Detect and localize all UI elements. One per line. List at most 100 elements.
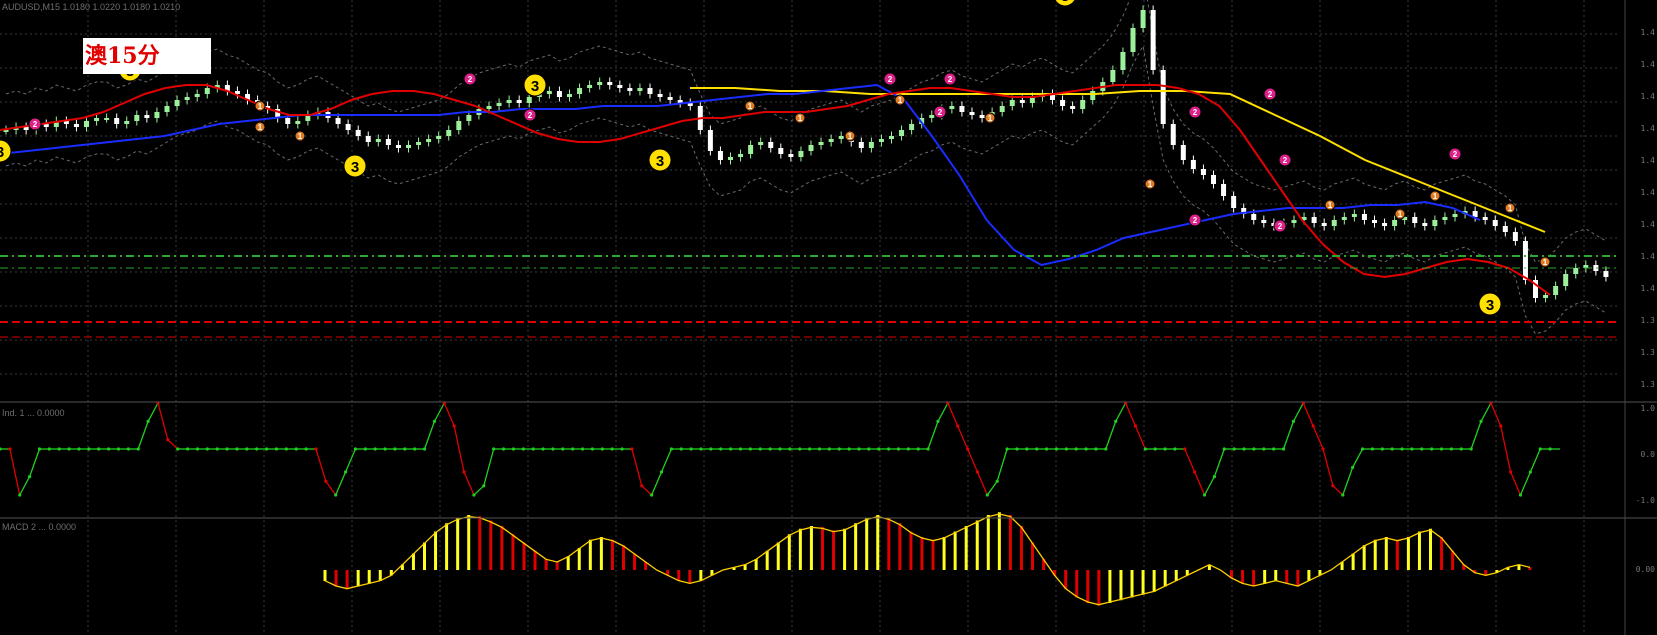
osc-point — [107, 447, 111, 451]
osc-point — [1153, 447, 1157, 451]
osc-point — [679, 447, 683, 451]
price-tick-label: 1.4 — [1640, 188, 1655, 197]
osc-point — [768, 447, 772, 451]
osc-point — [1212, 475, 1217, 479]
osc-point — [778, 447, 782, 451]
osc-segment — [1115, 402, 1127, 422]
candle-body — [758, 142, 764, 145]
osc-segment — [1342, 467, 1354, 496]
candle-body — [1200, 169, 1206, 175]
osc-point — [699, 447, 703, 451]
osc-point — [245, 447, 249, 451]
marker-text: 3 — [656, 153, 664, 170]
osc-point — [116, 447, 121, 451]
candle-body — [1422, 223, 1428, 226]
marker-text: 1 — [798, 114, 803, 123]
osc-point — [28, 475, 32, 479]
osc-point — [492, 447, 496, 451]
candle-body — [778, 148, 784, 154]
bollinger-bands — [5, 0, 1607, 335]
band-lower — [5, 44, 1607, 335]
candle-body — [94, 118, 100, 121]
osc-segment — [957, 425, 969, 450]
osc-point — [403, 447, 407, 451]
candle-body — [707, 130, 713, 151]
osc-point — [304, 447, 308, 451]
band-upper — [5, 0, 1607, 263]
candle-body — [295, 121, 301, 124]
marker-text: 2 — [1193, 216, 1198, 225]
candle-body — [546, 91, 552, 94]
osc-point — [887, 447, 891, 451]
osc-segment — [1302, 402, 1314, 427]
candle-body — [1190, 160, 1196, 169]
osc-segment — [1194, 471, 1206, 496]
osc-point — [462, 470, 466, 474]
osc-segment — [1519, 471, 1531, 496]
candle-body — [1140, 10, 1146, 28]
candle-body — [84, 121, 89, 127]
candle-body — [979, 115, 985, 118]
candle-body — [949, 106, 955, 109]
osc-segment — [473, 485, 485, 496]
candle-body — [1070, 106, 1076, 109]
moving-averages — [0, 83, 1551, 296]
osc-point — [1321, 447, 1325, 451]
osc-point — [235, 447, 239, 451]
candle-body — [1512, 232, 1518, 241]
marker-text: 1 — [1543, 258, 1548, 267]
osc-segment — [631, 448, 643, 486]
osc-point — [1074, 447, 1078, 451]
candle-body — [1150, 10, 1156, 70]
osc-point — [1242, 447, 1246, 451]
candle-body — [426, 139, 432, 142]
macd-panel — [323, 512, 1532, 606]
marker-text: 3 — [531, 78, 539, 95]
osc-segment — [976, 471, 988, 496]
osc-point — [185, 447, 190, 451]
osc-point — [1163, 447, 1167, 451]
osc-point — [965, 447, 970, 451]
osc-point — [719, 447, 723, 451]
osc-segment — [453, 425, 465, 473]
candle-body — [1412, 217, 1418, 223]
candle-body — [154, 112, 160, 118]
candle-body — [1251, 214, 1257, 220]
osc-point — [748, 447, 752, 451]
osc-point — [146, 419, 150, 423]
osc-point — [837, 447, 841, 451]
osc-segment — [463, 471, 475, 496]
osc-point — [334, 493, 338, 497]
osc-point — [77, 447, 81, 451]
osc-tick-label: 0.0 — [1640, 450, 1655, 459]
candle-body — [567, 94, 572, 97]
candle-body — [838, 136, 844, 139]
osc-segment — [947, 402, 959, 427]
osc-point — [1252, 447, 1256, 451]
candle-body — [355, 130, 361, 136]
macd-header-text: MACD 2 ... 0.0000 — [2, 522, 77, 532]
osc-tick-label: -1.0 — [1635, 496, 1655, 505]
osc-point — [1360, 447, 1365, 451]
marker-text: 1 — [258, 123, 263, 132]
osc-segment — [1184, 448, 1196, 473]
osc-point — [1430, 447, 1434, 451]
osc-point — [788, 447, 792, 451]
candle-body — [365, 136, 371, 142]
candle-body — [828, 139, 834, 142]
osc-segment — [157, 402, 169, 440]
candle-body — [144, 115, 150, 118]
osc-point — [67, 447, 71, 451]
candle-body — [1341, 217, 1347, 220]
candle-body — [1311, 217, 1317, 223]
osc-point — [541, 447, 545, 451]
candle-body — [1382, 223, 1388, 226]
osc-segment — [1124, 402, 1137, 427]
osc-point — [926, 447, 930, 451]
osc-point — [432, 419, 437, 423]
candle-body — [637, 88, 643, 91]
candle-body — [728, 157, 733, 160]
candle-body — [1573, 268, 1579, 274]
candlestick-series — [3, 5, 1609, 303]
osc-segment — [1292, 402, 1304, 422]
